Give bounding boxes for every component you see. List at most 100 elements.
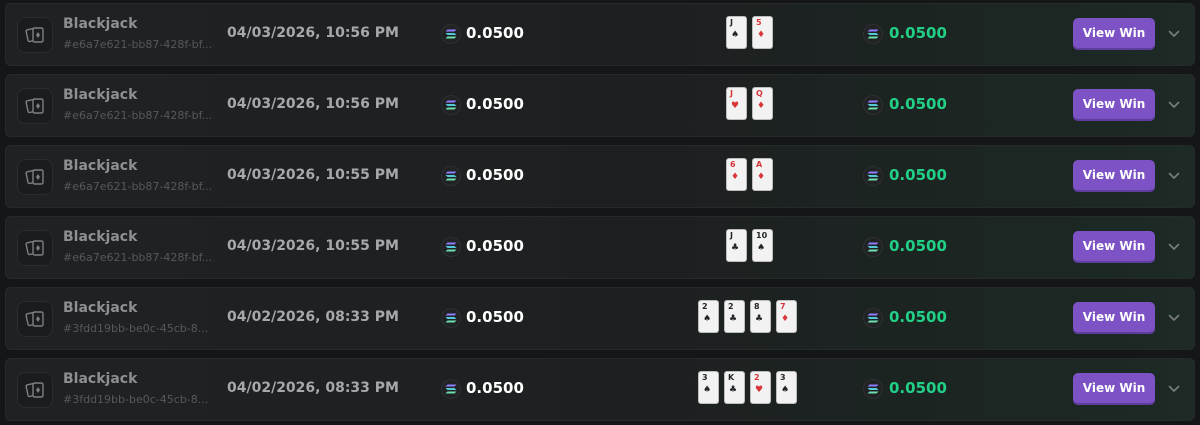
playing-card: 5 ♦	[753, 17, 772, 48]
card-suit-icon: ♠	[757, 243, 766, 253]
game-name: Blackjack	[63, 371, 138, 387]
bet-row[interactable]: Blackjack #e6a7e621-bb87-428f-bf... 04/0…	[5, 3, 1195, 66]
card-rank: 5	[756, 18, 762, 27]
bet-amount: 0.0500	[466, 379, 524, 397]
game-name: Blackjack	[63, 158, 138, 174]
card-rank: J	[730, 89, 733, 98]
bet-date: 04/02/2026, 08:33 PM	[227, 380, 399, 396]
playing-card: A ♦	[753, 159, 772, 190]
card-rank: 2	[702, 302, 708, 311]
view-win-button[interactable]: View Win	[1073, 160, 1155, 192]
card-suit-icon: ♠	[703, 385, 712, 395]
solana-coin-icon	[441, 166, 461, 186]
playing-card: 7 ♦	[777, 301, 796, 332]
playing-cards-icon	[17, 230, 53, 266]
card-suit-icon: ♠	[731, 30, 740, 40]
bet-date: 04/02/2026, 08:33 PM	[227, 309, 399, 325]
bet-id[interactable]: #e6a7e621-bb87-428f-bf...	[63, 180, 212, 193]
card-rank: 2	[728, 302, 734, 311]
playing-card: 2 ♥	[751, 372, 770, 403]
bet-row[interactable]: Blackjack #3fdd19bb-be0c-45cb-8... 04/02…	[5, 358, 1195, 421]
bet-id[interactable]: #e6a7e621-bb87-428f-bf...	[63, 109, 212, 122]
playing-card: 3 ♠	[777, 372, 796, 403]
bet-id[interactable]: #3fdd19bb-be0c-45cb-8...	[63, 393, 208, 406]
view-win-button[interactable]: View Win	[1073, 231, 1155, 263]
solana-coin-icon	[441, 237, 461, 257]
bet-row[interactable]: Blackjack #3fdd19bb-be0c-45cb-8... 04/02…	[5, 287, 1195, 350]
card-suit-icon: ♦	[757, 30, 766, 40]
chevron-down-icon[interactable]	[1168, 314, 1180, 322]
solana-coin-icon	[863, 95, 883, 115]
payout-amount: 0.0500	[889, 237, 947, 255]
bet-amount: 0.0500	[466, 95, 524, 113]
bet-amount: 0.0500	[466, 166, 524, 184]
playing-cards-icon	[17, 88, 53, 124]
bet-row[interactable]: Blackjack #e6a7e621-bb87-428f-bf... 04/0…	[5, 216, 1195, 279]
bet-id[interactable]: #e6a7e621-bb87-428f-bf...	[63, 38, 212, 51]
chevron-down-icon[interactable]	[1168, 243, 1180, 251]
game-name: Blackjack	[63, 300, 138, 316]
card-suit-icon: ♣	[755, 314, 764, 324]
solana-coin-icon	[441, 379, 461, 399]
card-suit-icon: ♦	[731, 172, 740, 182]
chevron-down-icon[interactable]	[1168, 101, 1180, 109]
dealt-cards: J ♣ 10 ♠	[727, 230, 772, 264]
bet-date: 04/03/2026, 10:56 PM	[227, 25, 399, 41]
dealt-cards: J ♥ Q ♦	[727, 88, 772, 122]
card-rank: 10	[756, 231, 768, 240]
view-win-button[interactable]: View Win	[1073, 89, 1155, 121]
payout-amount: 0.0500	[889, 379, 947, 397]
playing-card: J ♥	[727, 88, 746, 119]
view-win-button[interactable]: View Win	[1073, 302, 1155, 334]
chevron-down-icon[interactable]	[1168, 30, 1180, 38]
card-rank: 2	[754, 373, 760, 382]
bet-row[interactable]: Blackjack #e6a7e621-bb87-428f-bf... 04/0…	[5, 74, 1195, 137]
card-rank: K	[728, 373, 735, 382]
playing-card: 6 ♦	[727, 159, 746, 190]
payout-amount: 0.0500	[889, 24, 947, 42]
solana-coin-icon	[863, 166, 883, 186]
bet-date: 04/03/2026, 10:55 PM	[227, 238, 399, 254]
card-suit-icon: ♣	[729, 385, 738, 395]
card-rank: 6	[730, 160, 736, 169]
playing-card: 3 ♠	[699, 372, 718, 403]
chevron-down-icon[interactable]	[1168, 172, 1180, 180]
playing-card: 8 ♣	[751, 301, 770, 332]
chevron-down-icon[interactable]	[1168, 385, 1180, 393]
card-rank: 7	[780, 302, 786, 311]
card-suit-icon: ♣	[729, 314, 738, 324]
dealt-cards: 2 ♠ 2 ♣ 8 ♣ 7 ♦	[699, 301, 796, 335]
bet-row[interactable]: Blackjack #e6a7e621-bb87-428f-bf... 04/0…	[5, 145, 1195, 208]
playing-card: J ♣	[727, 230, 746, 261]
view-win-button[interactable]: View Win	[1073, 373, 1155, 405]
dealt-cards: 3 ♠ K ♣ 2 ♥ 3 ♠	[699, 372, 796, 406]
bet-amount: 0.0500	[466, 308, 524, 326]
playing-card: 2 ♠	[699, 301, 718, 332]
card-suit-icon: ♥	[731, 101, 740, 111]
card-suit-icon: ♠	[781, 385, 790, 395]
playing-cards-icon	[17, 301, 53, 337]
solana-coin-icon	[863, 379, 883, 399]
card-suit-icon: ♠	[703, 314, 712, 324]
card-rank: 3	[780, 373, 786, 382]
payout-amount: 0.0500	[889, 95, 947, 113]
card-rank: A	[756, 160, 763, 169]
view-win-button[interactable]: View Win	[1073, 18, 1155, 50]
card-suit-icon: ♦	[757, 101, 766, 111]
playing-cards-icon	[17, 159, 53, 195]
card-rank: J	[730, 18, 733, 27]
card-suit-icon: ♣	[731, 243, 740, 253]
bet-id[interactable]: #e6a7e621-bb87-428f-bf...	[63, 251, 212, 264]
playing-card: Q ♦	[753, 88, 772, 119]
bet-id[interactable]: #3fdd19bb-be0c-45cb-8...	[63, 322, 208, 335]
card-rank: J	[730, 231, 733, 240]
solana-coin-icon	[441, 308, 461, 328]
playing-card: J ♠	[727, 17, 746, 48]
card-rank: Q	[756, 89, 763, 98]
playing-cards-icon	[17, 372, 53, 408]
card-suit-icon: ♥	[755, 385, 764, 395]
bet-amount: 0.0500	[466, 237, 524, 255]
bet-date: 04/03/2026, 10:56 PM	[227, 96, 399, 112]
bet-date: 04/03/2026, 10:55 PM	[227, 167, 399, 183]
payout-amount: 0.0500	[889, 166, 947, 184]
